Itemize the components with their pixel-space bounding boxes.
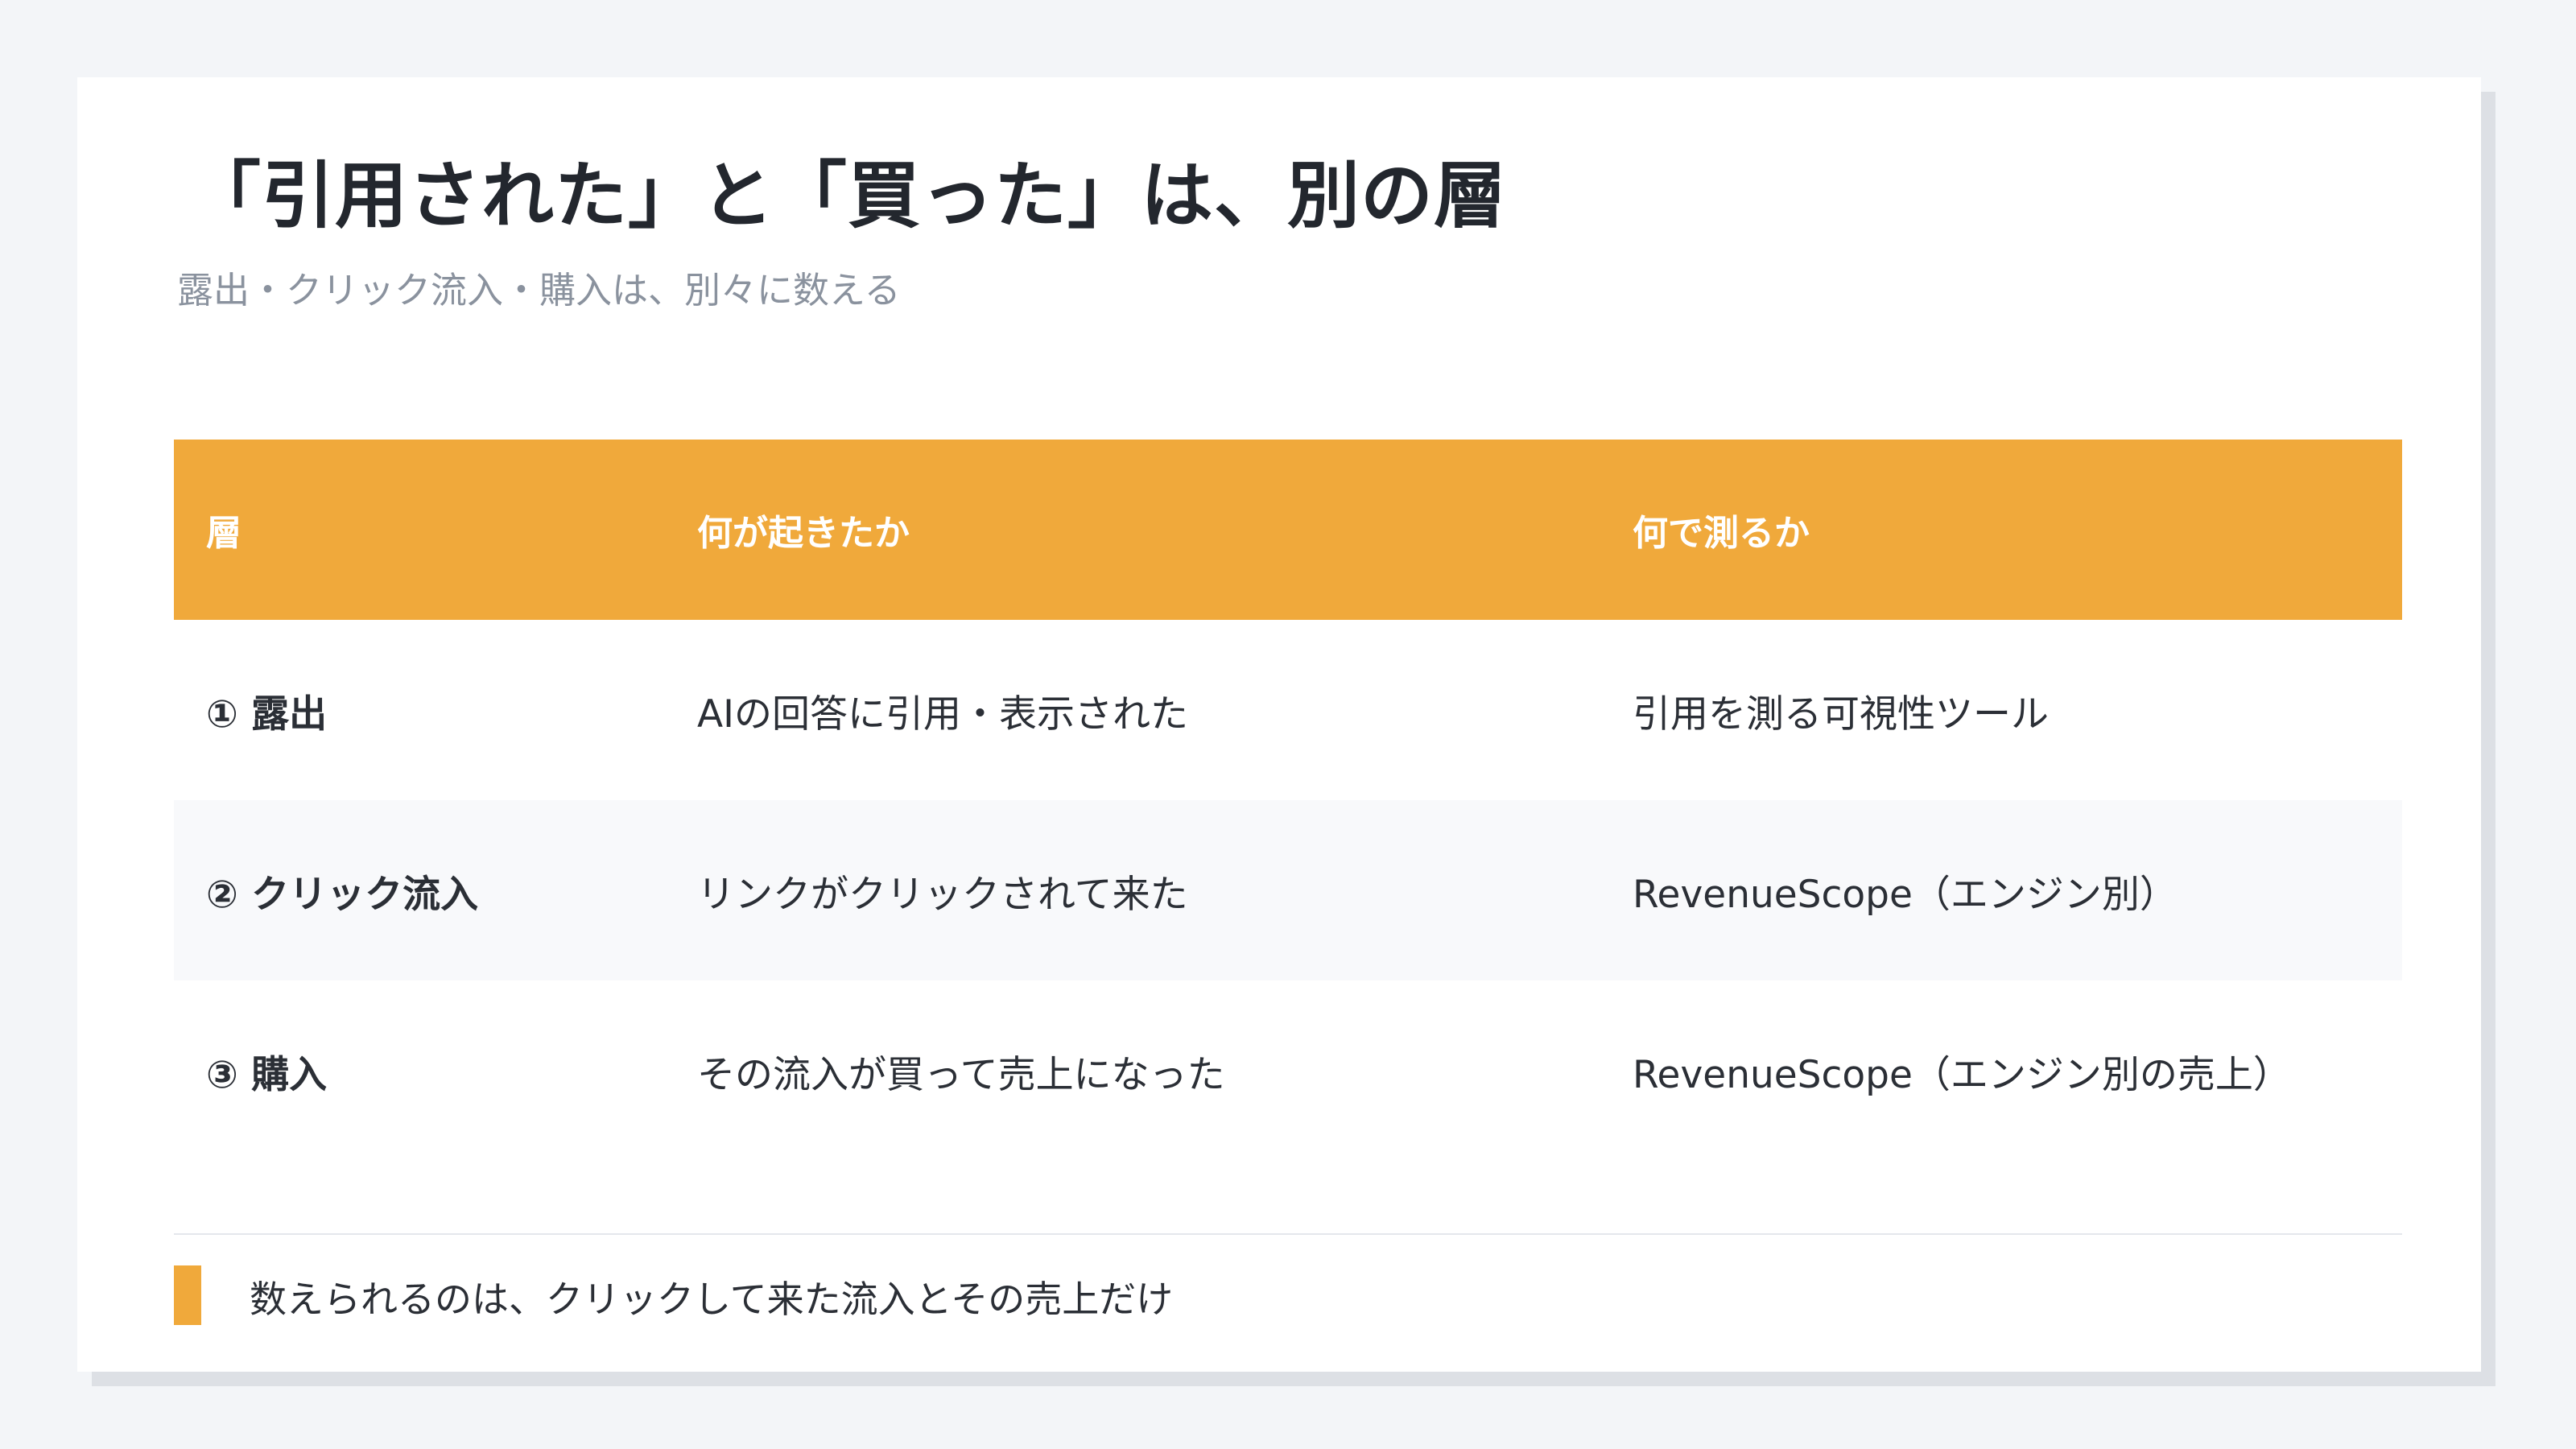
table-header-row: 層 何が起きたか 何で測るか (174, 440, 2402, 620)
row-layer-cell: ③ 購入 (206, 1052, 328, 1097)
slide-card: 「引用された」と「買った」は、別の層 露出・クリック流入・購入は、別々に数える … (77, 77, 2481, 1372)
row-event-cell: AIの回答に引用・表示された (697, 691, 1189, 737)
row-measure-cell: RevenueScope（エンジン別） (1633, 872, 2178, 917)
row-layer-cell: ① 露出 (206, 691, 328, 737)
header-layer: 層 (206, 513, 242, 554)
row-event-cell: リンクがクリックされて来た (697, 872, 1188, 917)
layer-table: 層 何が起きたか 何で測るか ① 露出 AIの回答に引用・表示された 引用を測る… (174, 440, 2402, 1161)
row-layer-cell: ② クリック流入 (206, 872, 479, 917)
header-what-happened: 何が起きたか (697, 513, 910, 554)
header-how-measured: 何で測るか (1633, 513, 1810, 554)
slide-subtitle: 露出・クリック流入・購入は、別々に数える (177, 269, 901, 312)
table-row: ① 露出 AIの回答に引用・表示された 引用を測る可視性ツール (174, 620, 2402, 800)
note-accent-bar (174, 1265, 201, 1325)
slide-title: 「引用された」と「買った」は、別の層 (188, 154, 1507, 238)
table-row: ② クリック流入 リンクがクリックされて来た RevenueScope（エンジン… (174, 800, 2402, 980)
note-text: 数えられるのは、クリックして来た流入とその売上だけ (250, 1278, 1174, 1321)
row-measure-cell: RevenueScope（エンジン別の売上） (1633, 1052, 2291, 1097)
divider (174, 1233, 2402, 1235)
table-row: ③ 購入 その流入が買って売上になった RevenueScope（エンジン別の売… (174, 980, 2402, 1161)
row-measure-cell: 引用を測る可視性ツール (1633, 691, 2049, 737)
row-event-cell: その流入が買って売上になった (697, 1052, 1225, 1097)
